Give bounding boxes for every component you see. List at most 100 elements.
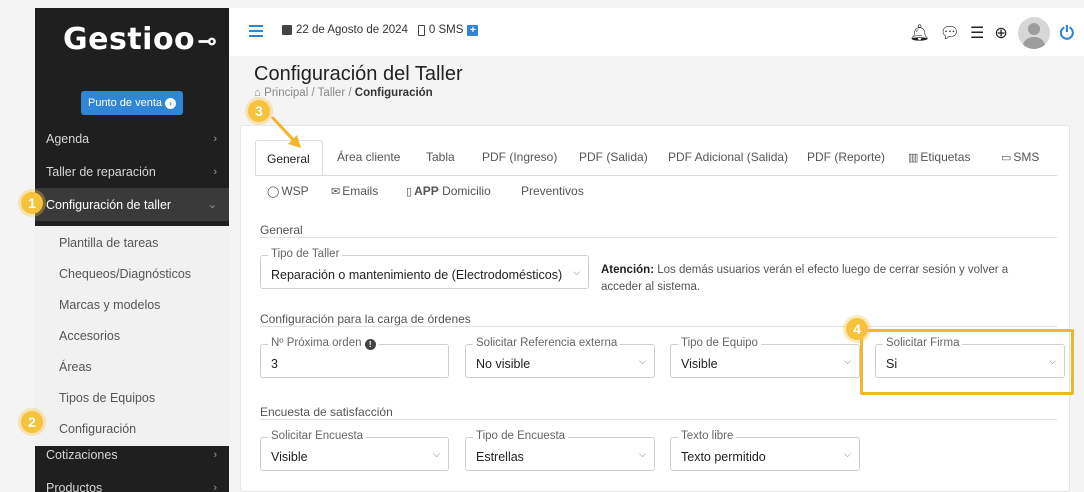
logo[interactable]: Gestioo⊸ <box>63 22 218 57</box>
sidebar-item-config-taller[interactable]: Configuración de taller ⌄ <box>35 188 229 221</box>
menu-icon[interactable] <box>249 25 263 40</box>
section-encuesta-label: Encuesta de satisfacción <box>260 405 393 419</box>
sidebar-item-label: Cotizaciones <box>46 447 118 462</box>
chevron-down-icon: ⌄ <box>207 199 217 211</box>
submenu-item-areas[interactable]: Áreas <box>59 360 92 374</box>
sidebar-item-label: Agenda <box>46 131 90 146</box>
settings-card: General Área cliente Tabla PDF (Ingreso)… <box>240 125 1074 492</box>
tipo-taller-label: Tipo de Taller <box>268 248 343 260</box>
tab-pdf-adicional[interactable]: PDF Adicional (Salida) <box>668 150 788 164</box>
avatar[interactable] <box>1017 17 1050 49</box>
info-icon[interactable]: ! <box>364 339 376 350</box>
submenu-item-marcas[interactable]: Marcas y modelos <box>59 298 160 312</box>
tab-wsp[interactable]: ◯ WSP <box>267 184 309 198</box>
proxima-orden-input[interactable]: Nº Próxima orden ! 3 <box>260 337 449 378</box>
step-marker: 4 <box>846 318 868 340</box>
texto-libre-value: Texto permitido <box>681 450 766 464</box>
texto-libre-select[interactable]: Texto libre Texto permitido ⌵ <box>670 430 860 471</box>
barcode-icon: ▥ <box>908 152 919 164</box>
sidebar-item-agenda[interactable]: Agenda › <box>35 122 229 155</box>
referencia-externa-value: No visible <box>476 357 531 371</box>
chevron-right-icon: › <box>213 165 217 178</box>
tab-general[interactable]: General <box>267 152 310 166</box>
page-title: Configuración del Taller <box>254 63 463 85</box>
tab-pdf-salida[interactable]: PDF (Salida) <box>579 150 648 164</box>
app-root: Gestioo⊸ Punto de venta › Agenda › Taller … <box>0 0 1084 492</box>
sidebar-item-label: Productos <box>46 480 103 492</box>
tab-tabla[interactable]: Tabla <box>426 150 455 164</box>
tab-emails[interactable]: ✉ Emails <box>331 184 378 198</box>
tab-etiquetas[interactable]: ▥ Etiquetas <box>908 150 970 164</box>
proxima-orden-value: 3 <box>271 357 278 371</box>
highlight-box <box>860 329 1074 395</box>
submenu-item-configuracion[interactable]: Configuración <box>59 422 136 436</box>
sidebar-item-label: Taller de reparación <box>46 164 156 179</box>
support-icon[interactable]: ⊕ <box>994 23 1007 43</box>
step-marker: 1 <box>21 192 43 214</box>
section-divider <box>260 419 1057 420</box>
tab-app-label: APP <box>414 184 439 198</box>
chevron-right-icon: › <box>213 448 217 461</box>
solicitar-encuesta-select[interactable]: Solicitar Encuesta Visible ⌵ <box>260 430 449 471</box>
breadcrumb-home[interactable]: Principal <box>264 87 308 99</box>
solicitar-encuesta-value: Visible <box>271 450 308 464</box>
sidebar-item-productos[interactable]: Productos › <box>35 471 229 492</box>
tipo-encuesta-value: Estrellas <box>476 450 524 464</box>
tipo-encuesta-select[interactable]: Tipo de Encuesta Estrellas ⌵ <box>465 430 655 471</box>
chevron-right-icon: › <box>213 132 217 145</box>
tab-app-domicilio[interactable]: ▯ APP Domicilio <box>406 184 491 198</box>
step-marker: 3 <box>248 100 270 122</box>
submenu-item-plantilla[interactable]: Plantilla de tareas <box>59 236 158 250</box>
section-general-label: General <box>260 223 303 237</box>
chevron-right-icon: › <box>213 481 217 492</box>
tab-sms-label: SMS <box>1013 150 1040 164</box>
notice-body: Los demás usuarios verán el efecto luego… <box>601 264 1009 293</box>
tab-domicilio-label: Domicilio <box>442 184 491 198</box>
submenu-item-accesorios[interactable]: Accesorios <box>59 329 120 343</box>
section-divider <box>260 326 1057 327</box>
tab-sms[interactable]: ▭ SMS <box>1001 150 1039 164</box>
chevron-down-icon: ⌵ <box>844 356 851 366</box>
submenu-item-chequeos[interactable]: Chequeos/Diagnósticos <box>59 267 191 281</box>
topbar: 22 de Agosto de 2024 0 SMS + 🔔︎ 💬︎ ☰ ⊕ ⏻ <box>229 8 1084 56</box>
tab-divider <box>255 175 1057 176</box>
breadcrumb-current: Configuración <box>354 87 433 99</box>
mobile-icon: ▯ <box>406 186 413 198</box>
tipo-equipo-label: Tipo de Equipo <box>678 337 761 349</box>
calendar-icon <box>282 25 292 35</box>
notice-bold: Atención: <box>601 264 655 276</box>
chat-icon[interactable]: 💬︎ <box>940 23 960 43</box>
texto-libre-label: Texto libre <box>678 430 737 442</box>
breadcrumb-separator: / <box>348 87 352 99</box>
bell-icon[interactable]: 🔔︎ <box>909 23 929 43</box>
tasks-icon[interactable]: ☰ <box>970 23 984 43</box>
topbar-status: 22 de Agosto de 2024 0 SMS + <box>282 24 479 36</box>
referencia-externa-select[interactable]: Solicitar Referencia externa No visible … <box>465 337 655 378</box>
breadcrumb-taller[interactable]: Taller <box>318 87 345 99</box>
whatsapp-icon: ◯ <box>267 186 280 198</box>
phone-icon <box>417 24 425 36</box>
tab-pdf-reporte[interactable]: PDF (Reporte) <box>807 150 885 164</box>
chevron-down-icon: ⌵ <box>573 267 580 277</box>
tipo-taller-select[interactable]: Tipo de Taller Reparación o mantenimient… <box>260 248 589 289</box>
tipo-equipo-select[interactable]: Tipo de Equipo Visible ⌵ <box>670 337 860 378</box>
sms-count: 0 SMS <box>428 24 464 36</box>
power-icon[interactable]: ⏻ <box>1060 23 1074 44</box>
sidebar-item-cotizaciones[interactable]: Cotizaciones › <box>35 438 229 471</box>
breadcrumb-separator: / <box>311 87 315 99</box>
tab-preventivos[interactable]: Preventivos <box>521 184 584 198</box>
chevron-down-icon: ⌵ <box>433 449 440 459</box>
tipo-taller-value: Reparación o mantenimiento de (Electrodo… <box>271 268 563 282</box>
tab-pdf-ingreso[interactable]: PDF (Ingreso) <box>482 150 557 164</box>
sidebar: Gestioo⊸ Punto de venta › Agenda › Taller … <box>35 8 229 492</box>
tab-area-cliente[interactable]: Área cliente <box>337 150 400 164</box>
submenu-item-tipos-equipos[interactable]: Tipos de Equipos <box>59 391 155 405</box>
topbar-actions: 🔔︎ 💬︎ ☰ ⊕ ⏻ <box>909 16 1074 50</box>
pos-button[interactable]: Punto de venta › <box>81 91 183 115</box>
sidebar-submenu: Plantilla de tareas Chequeos/Diagnóstico… <box>35 226 229 446</box>
chevron-down-icon: ⌵ <box>639 356 646 366</box>
plus-icon[interactable]: + <box>467 24 479 36</box>
chevron-down-icon: ⌵ <box>639 449 646 459</box>
sidebar-item-taller[interactable]: Taller de reparación › <box>35 155 229 188</box>
step-marker: 2 <box>21 411 43 433</box>
